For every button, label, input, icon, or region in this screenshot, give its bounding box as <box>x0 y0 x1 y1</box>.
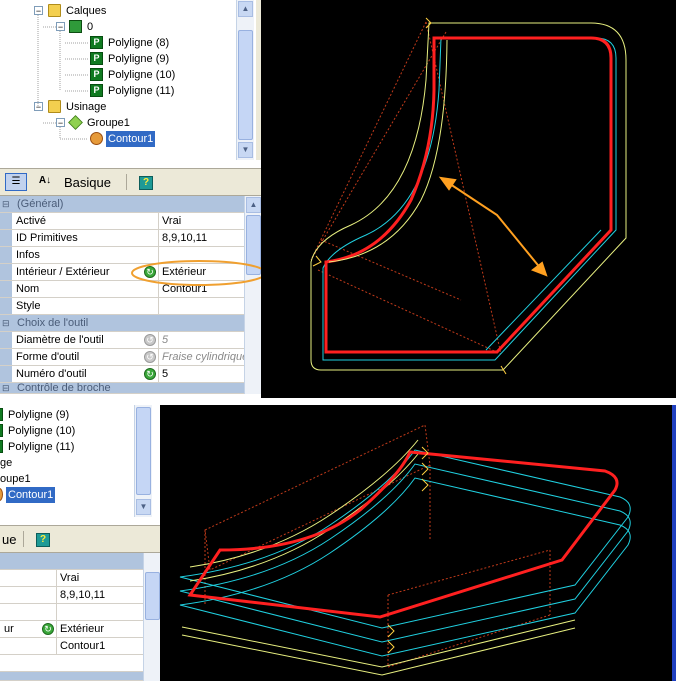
prop-value[interactable]: Vrai <box>56 570 143 586</box>
contour-red-3d <box>187 450 619 619</box>
tree-item-polyligne-10[interactable]: Polyligne (10) <box>0 423 77 439</box>
tree-lines <box>37 15 88 140</box>
scroll-thumb[interactable] <box>136 407 151 495</box>
prop-value[interactable] <box>158 298 244 314</box>
top-tree-scrollbar[interactable]: ▲ ▼ <box>236 0 254 160</box>
scroll-up-button[interactable]: ▲ <box>238 1 253 17</box>
category-label: Contrôle de broche <box>17 383 111 394</box>
help-button[interactable]: ? <box>139 176 153 190</box>
scroll-thumb[interactable] <box>145 572 160 620</box>
toolbar-separator <box>23 531 24 547</box>
prop-row-active[interactable]: Vrai <box>0 570 143 587</box>
prop-value[interactable] <box>56 604 143 620</box>
prop-row-tool-diameter[interactable]: Diamètre de l'outil ↺ 5 <box>0 332 244 349</box>
annotation-arrow <box>438 176 548 277</box>
prop-row-style[interactable]: Style <box>0 298 244 315</box>
bottom-grid-scrollbar[interactable] <box>143 553 160 681</box>
bottom-tree-scrollbar[interactable]: ▼ <box>134 405 152 517</box>
prop-row-interior-exterior[interactable]: ur ↻ Extérieur <box>0 621 143 638</box>
prop-value[interactable]: Contour1 <box>56 638 143 654</box>
prop-row-tool-number[interactable]: Numéro d'outil ↻ 5 <box>0 366 244 383</box>
bottom-cad-canvas[interactable] <box>160 405 672 681</box>
polyline-icon <box>0 424 3 437</box>
category-spindle[interactable]: ⊟ Contrôle de broche <box>0 383 244 394</box>
row-gutter <box>0 332 12 348</box>
tree-item-polyligne-9[interactable]: Polyligne (9) <box>0 407 71 423</box>
tree-item-contour1[interactable]: Contour1 <box>0 487 56 503</box>
top-cad-canvas[interactable] <box>261 0 676 398</box>
offset-cyan <box>322 37 617 361</box>
help-button[interactable]: ? <box>36 533 50 547</box>
row-gutter <box>0 366 12 382</box>
offset-cyan-right <box>485 229 602 351</box>
top-property-grid: ⊟ (Général) Activé Vrai ID Primitives 8,… <box>0 196 267 398</box>
prop-name: ur <box>4 623 14 635</box>
prop-name: Forme d'outil <box>16 351 80 363</box>
alphabetical-sort-button[interactable]: A↓ <box>34 173 56 191</box>
tree-item-polyligne-11[interactable]: Polyligne (11) <box>0 439 76 455</box>
prop-value[interactable]: Extérieur <box>56 621 143 637</box>
bottom-tree-panel: Polyligne (9) Polyligne (10) Polyligne (… <box>0 405 160 517</box>
prop-row-id-primitives[interactable]: 8,9,10,11 <box>0 587 143 604</box>
prop-name: Diamètre de l'outil <box>16 334 104 346</box>
top-property-toolbar: ☰ A↓ Basique ? <box>0 168 261 196</box>
polyline-icon <box>0 440 3 453</box>
disabled-toggle-icon: ↺ <box>144 334 156 346</box>
bottom-drawing <box>179 424 631 676</box>
category-general[interactable] <box>0 553 143 570</box>
toggle-icon[interactable]: ↻ <box>42 623 54 635</box>
prop-name: Numéro d'outil <box>16 368 87 380</box>
tree-item-groupe1-partial[interactable]: oupe1 <box>0 471 33 487</box>
row-gutter <box>0 298 12 314</box>
row-gutter <box>0 349 12 365</box>
tree-item-label: Polyligne (11) <box>8 441 75 453</box>
canvas-edge-bar <box>672 405 676 681</box>
prop-row-name[interactable]: Contour1 <box>0 638 143 655</box>
tree-item-label: Contour1 <box>6 487 56 503</box>
highlight-annotation <box>131 260 267 286</box>
prop-value[interactable]: 8,9,10,11 <box>56 587 143 603</box>
bottom-property-grid: Vrai 8,9,10,11 ur ↻ Extérieur Contour1 <box>0 553 160 681</box>
toggle-icon[interactable]: ↻ <box>144 368 156 380</box>
top-drawing <box>310 17 627 375</box>
category-tool[interactable]: ⊟ Choix de l'outil <box>0 315 244 332</box>
screenshot-separator <box>0 398 676 405</box>
contour-icon <box>0 488 3 501</box>
disabled-toggle-icon: ↺ <box>144 351 156 363</box>
bottom-property-toolbar: ue ? <box>0 525 160 553</box>
tree-item-label: ge <box>0 457 13 469</box>
category-tool[interactable] <box>0 672 143 681</box>
toolbar-separator <box>126 174 127 190</box>
view-mode-label[interactable]: Basique <box>64 175 111 190</box>
tree-item-label: oupe1 <box>0 473 31 485</box>
tree-item-usinage-partial[interactable]: ge <box>0 455 14 471</box>
prop-row-infos[interactable] <box>0 604 143 621</box>
scroll-down-button[interactable]: ▼ <box>238 142 253 158</box>
top-tree-panel: − Calques − 0 P Polyligne (8) P Polyligne … <box>0 0 261 160</box>
prop-value: 5 <box>158 332 244 348</box>
categorized-view-button[interactable]: ☰ <box>5 173 27 191</box>
scroll-thumb[interactable] <box>238 30 253 140</box>
prop-value: Fraise cylindrique <box>158 349 244 365</box>
prop-row-style[interactable] <box>0 655 143 672</box>
prop-value[interactable]: 5 <box>158 366 244 382</box>
prop-name: Style <box>16 300 41 312</box>
scroll-down-button[interactable]: ▼ <box>136 499 151 515</box>
prop-row-tool-shape[interactable]: Forme d'outil ↺ Fraise cylindrique <box>0 349 244 366</box>
dotted-helpers <box>310 21 502 355</box>
polyline-icon <box>0 408 3 421</box>
tree-item-label: Polyligne (10) <box>8 425 76 437</box>
category-label: Choix de l'outil <box>17 317 89 329</box>
view-mode-label[interactable]: ue <box>2 532 16 547</box>
tree-item-label: Polyligne (9) <box>8 409 70 421</box>
